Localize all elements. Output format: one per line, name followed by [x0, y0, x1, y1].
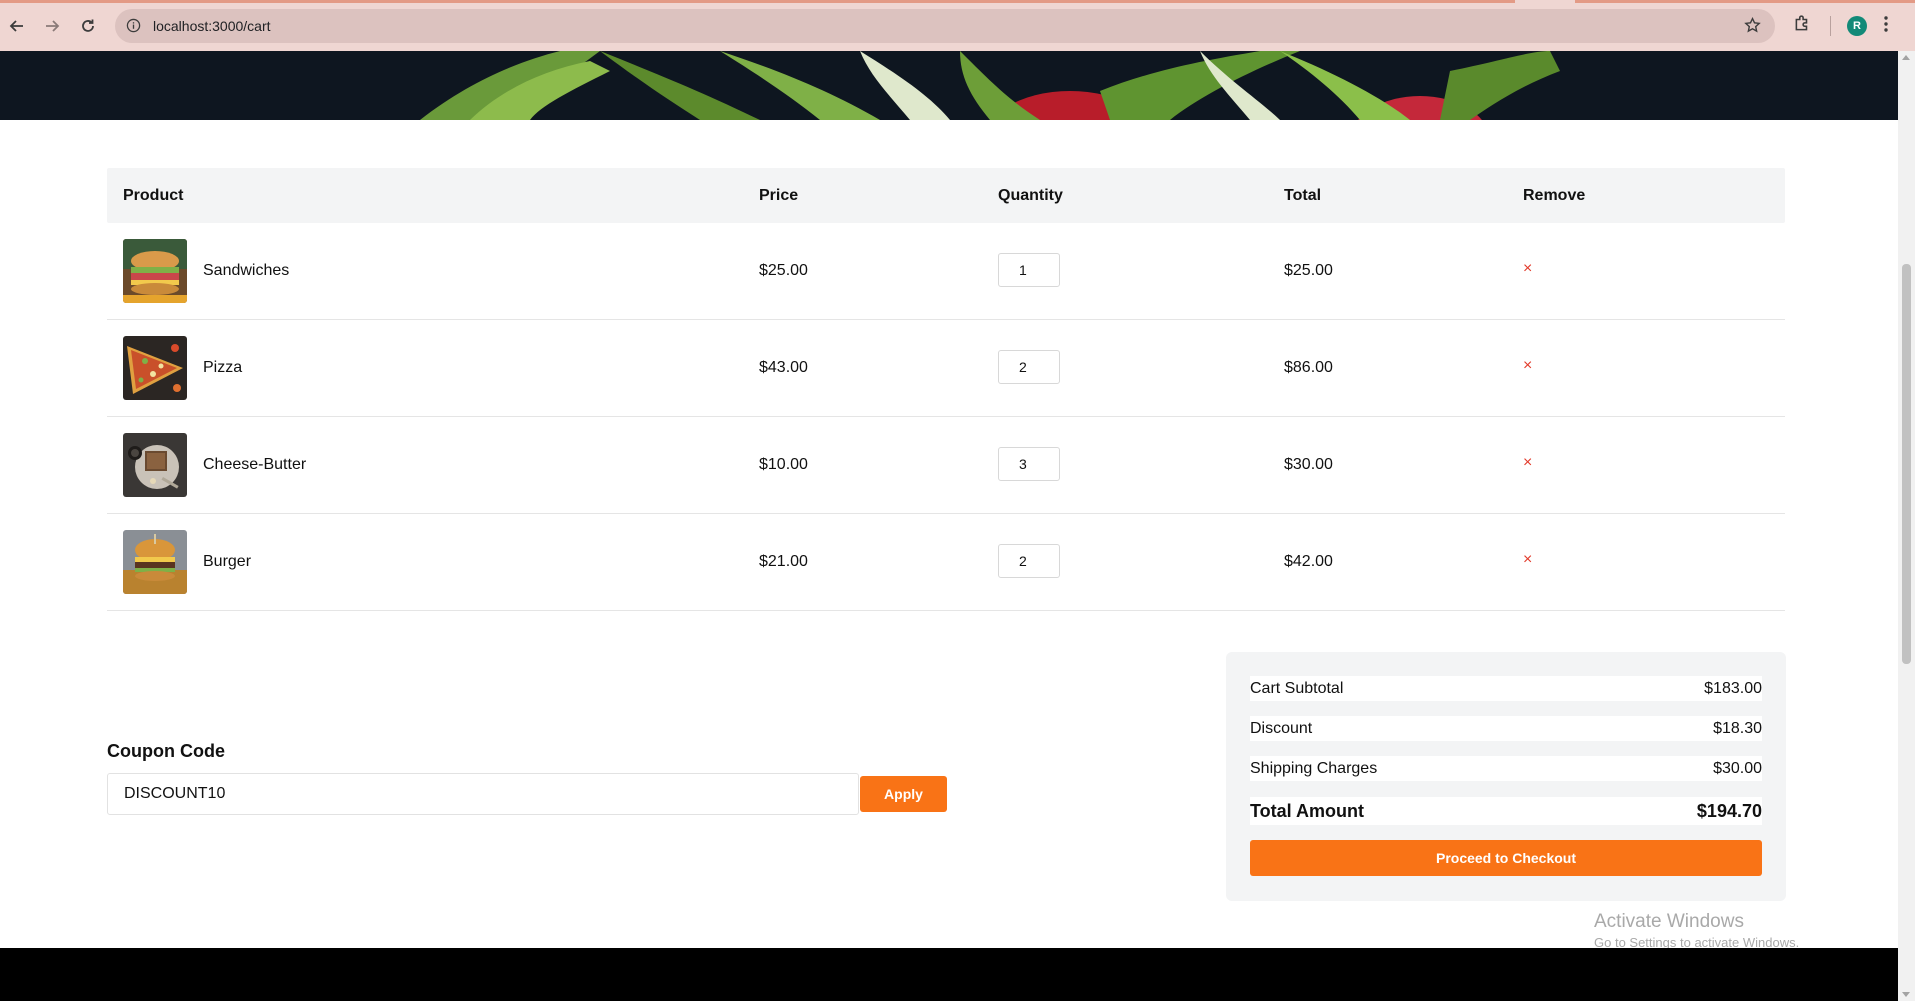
product-name: Pizza [203, 359, 243, 376]
page-footer [0, 948, 1898, 1001]
reload-button[interactable] [76, 14, 100, 38]
shipping-label: Shipping Charges [1250, 760, 1378, 777]
hero-banner-image [0, 51, 1898, 120]
quantity-input[interactable]: 2 [998, 544, 1060, 578]
total-amount-row: Total Amount $194.70 [1250, 797, 1762, 825]
site-info-icon[interactable] [126, 18, 141, 38]
remove-item-icon[interactable]: × [1523, 260, 1532, 278]
shipping-row: Shipping Charges $30.00 [1250, 756, 1762, 781]
back-arrow-icon [9, 20, 23, 32]
cart-table: Product Price Quantity Total Remove Sand… [107, 168, 1785, 611]
quantity-input[interactable]: 1 [998, 253, 1060, 287]
header-price: Price [759, 187, 799, 204]
product-image-burger [123, 530, 187, 594]
table-row: Burger $21.00 2 $42.00 × [107, 514, 1785, 611]
discount-value: $18.30 [1713, 720, 1762, 737]
total-amount-label: Total Amount [1250, 801, 1364, 821]
product-image-pizza [123, 336, 187, 400]
product-price: $21.00 [759, 553, 808, 570]
apply-coupon-button[interactable]: Apply [860, 776, 947, 812]
line-total: $25.00 [1284, 262, 1333, 279]
shipping-value: $30.00 [1713, 760, 1762, 777]
bookmark-star-icon[interactable] [1744, 16, 1761, 39]
url-text[interactable]: localhost:3000/cart [153, 18, 271, 34]
extensions-puzzle-icon[interactable] [1793, 15, 1811, 38]
product-name: Cheese-Butter [203, 456, 307, 473]
header-product: Product [123, 187, 184, 204]
kebab-menu-icon[interactable] [1883, 15, 1889, 38]
subtotal-label: Cart Subtotal [1250, 680, 1344, 697]
product-image-sandwich [123, 239, 187, 303]
order-summary: Cart Subtotal $183.00 Discount $18.30 Sh… [1226, 652, 1786, 901]
back-button[interactable] [5, 14, 29, 38]
remove-item-icon[interactable]: × [1523, 454, 1532, 472]
profile-avatar[interactable]: R [1847, 16, 1867, 36]
vertical-scrollbar[interactable] [1898, 51, 1915, 1001]
forward-arrow-icon [46, 20, 60, 32]
product-image-cheese-butter [123, 433, 187, 497]
watermark-line1: Activate Windows [1594, 911, 1744, 932]
subtotal-value: $183.00 [1704, 680, 1762, 697]
line-total: $42.00 [1284, 553, 1333, 570]
address-bar[interactable]: localhost:3000/cart [115, 9, 1775, 43]
header-quantity: Quantity [998, 187, 1063, 204]
quantity-input[interactable]: 3 [998, 447, 1060, 481]
product-price: $10.00 [759, 456, 808, 473]
product-name: Burger [203, 553, 252, 570]
quantity-input[interactable]: 2 [998, 350, 1060, 384]
subtotal-row: Cart Subtotal $183.00 [1250, 676, 1762, 701]
header-remove: Remove [1523, 187, 1586, 204]
table-row: Pizza $43.00 2 $86.00 × [107, 320, 1785, 417]
scroll-down-arrow-icon[interactable] [1902, 992, 1910, 997]
proceed-to-checkout-button[interactable]: Proceed to Checkout [1250, 840, 1762, 876]
coupon-title: Coupon Code [107, 741, 225, 761]
line-total: $86.00 [1284, 359, 1333, 376]
product-name: Sandwiches [203, 262, 290, 279]
scroll-up-arrow-icon[interactable] [1902, 55, 1910, 60]
remove-item-icon[interactable]: × [1523, 551, 1532, 569]
remove-item-icon[interactable]: × [1523, 357, 1532, 375]
product-price: $25.00 [759, 262, 808, 279]
tab-strip-edge [0, 0, 1915, 3]
header-total: Total [1284, 187, 1322, 204]
total-amount-value: $194.70 [1696, 801, 1762, 821]
discount-label: Discount [1250, 720, 1313, 737]
reload-icon [82, 19, 94, 32]
forward-button[interactable] [40, 14, 64, 38]
table-header: Product Price Quantity Total Remove [107, 168, 1785, 223]
table-row: Sandwiches $25.00 1 $25.00 × [107, 223, 1785, 320]
line-total: $30.00 [1284, 456, 1333, 473]
toolbar-divider [1830, 16, 1831, 36]
windows-activation-watermark: Activate Windows Go to Settings to activ… [1594, 911, 1799, 950]
table-row: Cheese-Butter $10.00 3 $30.00 × [107, 417, 1785, 514]
coupon-code-input[interactable]: DISCOUNT10 [107, 773, 859, 815]
scrollbar-thumb[interactable] [1902, 264, 1911, 664]
browser-toolbar: localhost:3000/cart R [0, 0, 1915, 52]
product-price: $43.00 [759, 359, 808, 376]
discount-row: Discount $18.30 [1250, 716, 1762, 741]
